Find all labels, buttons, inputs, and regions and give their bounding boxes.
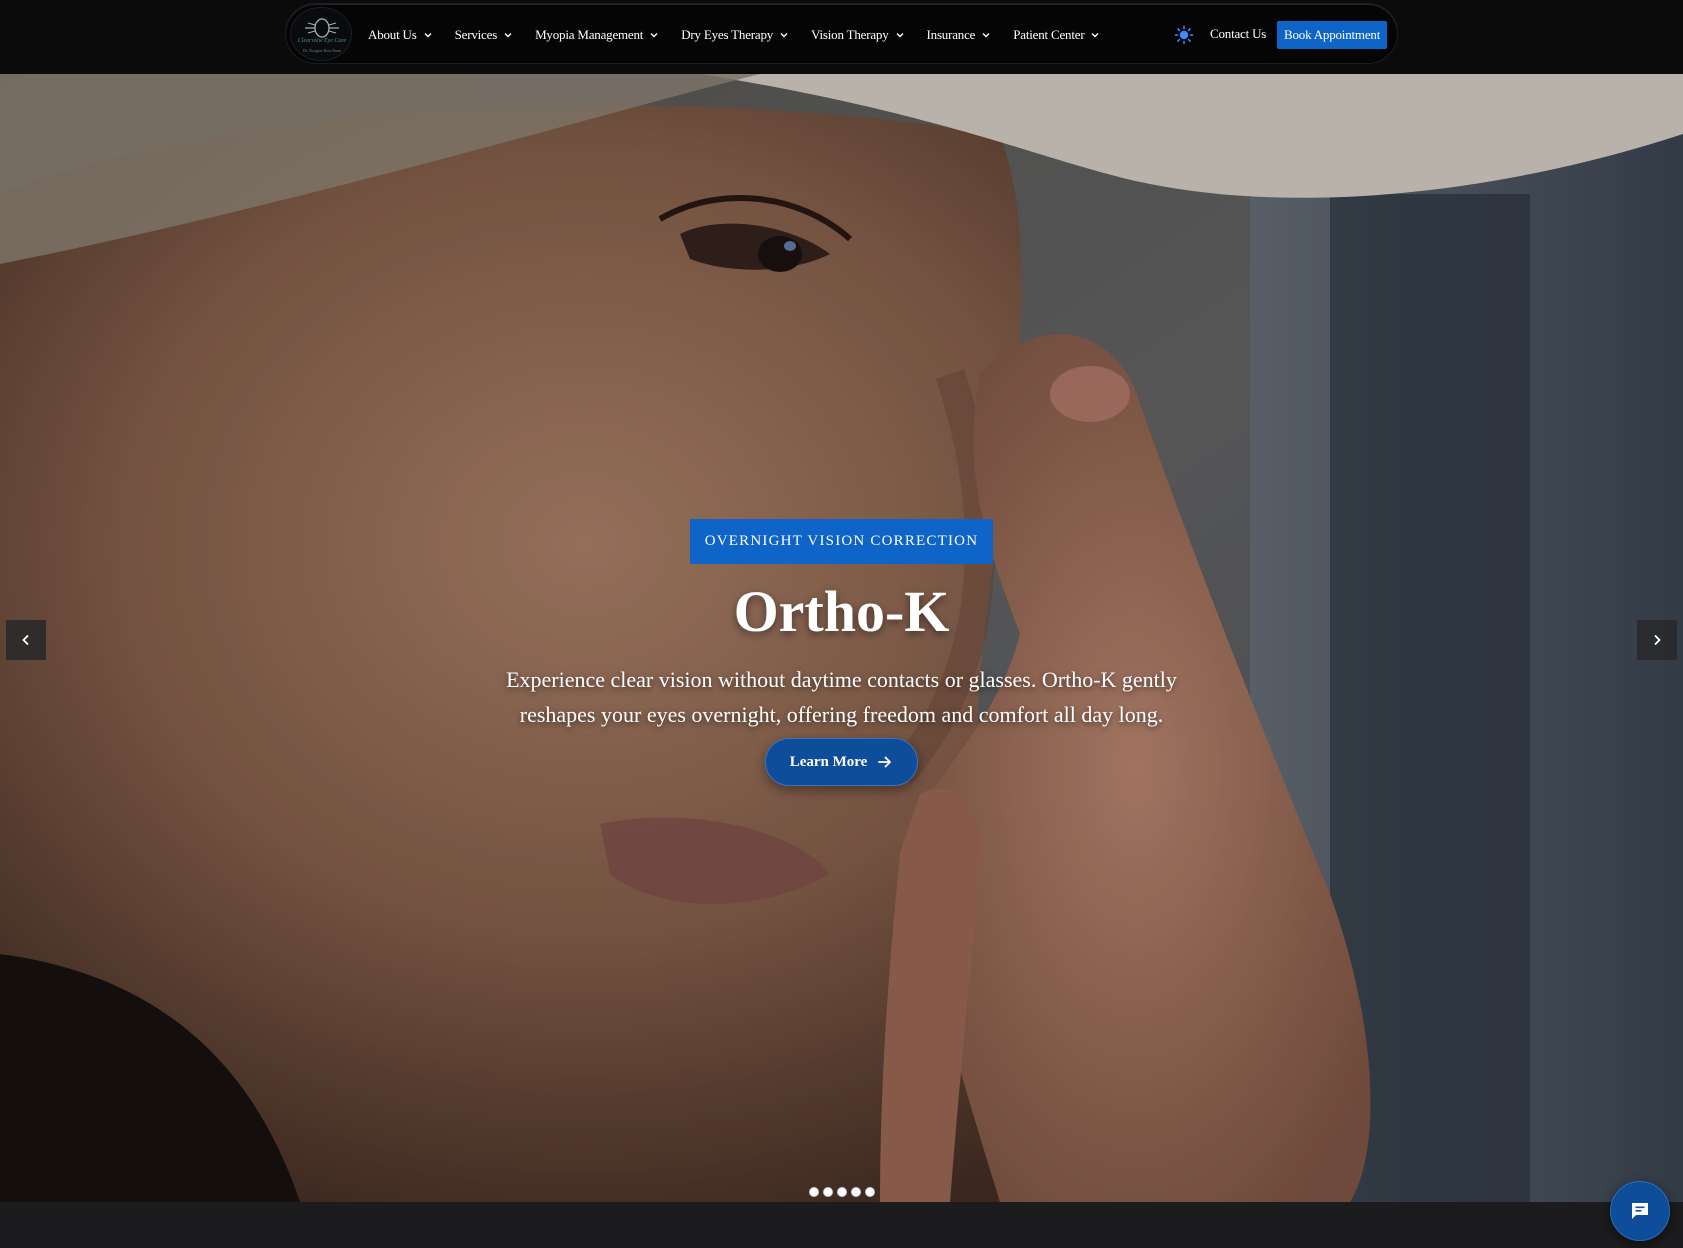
logo-name: Clearview Eye Care	[297, 38, 347, 44]
chevron-left-icon	[22, 634, 29, 646]
learn-more-label: Learn More	[789, 753, 868, 770]
nav-item-myopia-management[interactable]: Myopia Management	[535, 27, 659, 43]
nav-item-services[interactable]: Services	[455, 27, 513, 43]
hero-tag: OVERNIGHT VISION CORRECTION	[689, 519, 994, 564]
chat-bubble-icon	[1632, 1203, 1648, 1219]
chevron-down-icon	[503, 30, 513, 40]
slider-dot[interactable]	[809, 1187, 819, 1197]
slider-dot[interactable]	[865, 1187, 875, 1197]
chevron-down-icon	[981, 30, 991, 40]
nav-item-about-us[interactable]: About Us	[368, 27, 433, 43]
chevron-right-icon	[1654, 634, 1661, 646]
nav-item-patient-center[interactable]: Patient Center	[1013, 27, 1100, 43]
chevron-down-icon	[1090, 30, 1100, 40]
eye-logo-icon	[305, 18, 339, 38]
chevron-down-icon	[423, 30, 433, 40]
sun-icon[interactable]	[1174, 25, 1194, 45]
nav-item-label: Services	[454, 26, 498, 42]
nav-item-dry-eyes-therapy[interactable]: Dry Eyes Therapy	[681, 27, 789, 43]
chevron-down-icon	[895, 30, 905, 40]
slider-dot[interactable]	[851, 1187, 861, 1197]
nav-item-label: Dry Eyes Therapy	[681, 26, 774, 42]
nav-item-insurance[interactable]: Insurance	[927, 27, 992, 43]
contact-us-link[interactable]: Contact Us	[1210, 26, 1266, 42]
slider-dot[interactable]	[837, 1187, 847, 1197]
nav-item-label: Patient Center	[1013, 26, 1085, 42]
page-bottom-band	[0, 1202, 1683, 1248]
chevron-down-icon	[779, 30, 789, 40]
slider-dot[interactable]	[823, 1187, 833, 1197]
hero-title: Ortho-K	[733, 579, 950, 644]
slider-dots	[809, 1187, 875, 1197]
nav-item-vision-therapy[interactable]: Vision Therapy	[811, 27, 904, 43]
slider-prev-button[interactable]	[6, 620, 46, 660]
nav-item-label: Insurance	[926, 26, 976, 42]
chat-button[interactable]	[1610, 1181, 1670, 1241]
nav-item-label: About Us	[368, 26, 417, 42]
nav-item-label: Vision Therapy	[811, 26, 889, 42]
hero-description: Experience clear vision without daytime …	[506, 667, 1177, 727]
chevron-down-icon	[649, 30, 659, 40]
book-appointment-button[interactable]: Book Appointment	[1277, 21, 1388, 49]
slider-next-button[interactable]	[1637, 620, 1677, 660]
learn-more-button[interactable]: Learn More	[765, 738, 918, 786]
main-nav: About Us Services Myopia Management Dry …	[368, 4, 1122, 65]
hero-slider: OVERNIGHT VISION CORRECTION Ortho-K Expe…	[0, 74, 1683, 1202]
site-header: Clearview Eye Care Dr. Douglas Ross Bunn…	[0, 0, 1683, 74]
logo-tagline: Dr. Douglas Ross Bunn	[303, 48, 341, 53]
hero-content: OVERNIGHT VISION CORRECTION Ortho-K Expe…	[0, 519, 1683, 786]
arrow-right-icon	[878, 756, 892, 768]
site-logo[interactable]: Clearview Eye Care Dr. Douglas Ross Bunn	[290, 7, 352, 61]
nav-bar: Clearview Eye Care Dr. Douglas Ross Bunn…	[285, 3, 1398, 64]
nav-item-label: Myopia Management	[535, 26, 644, 42]
